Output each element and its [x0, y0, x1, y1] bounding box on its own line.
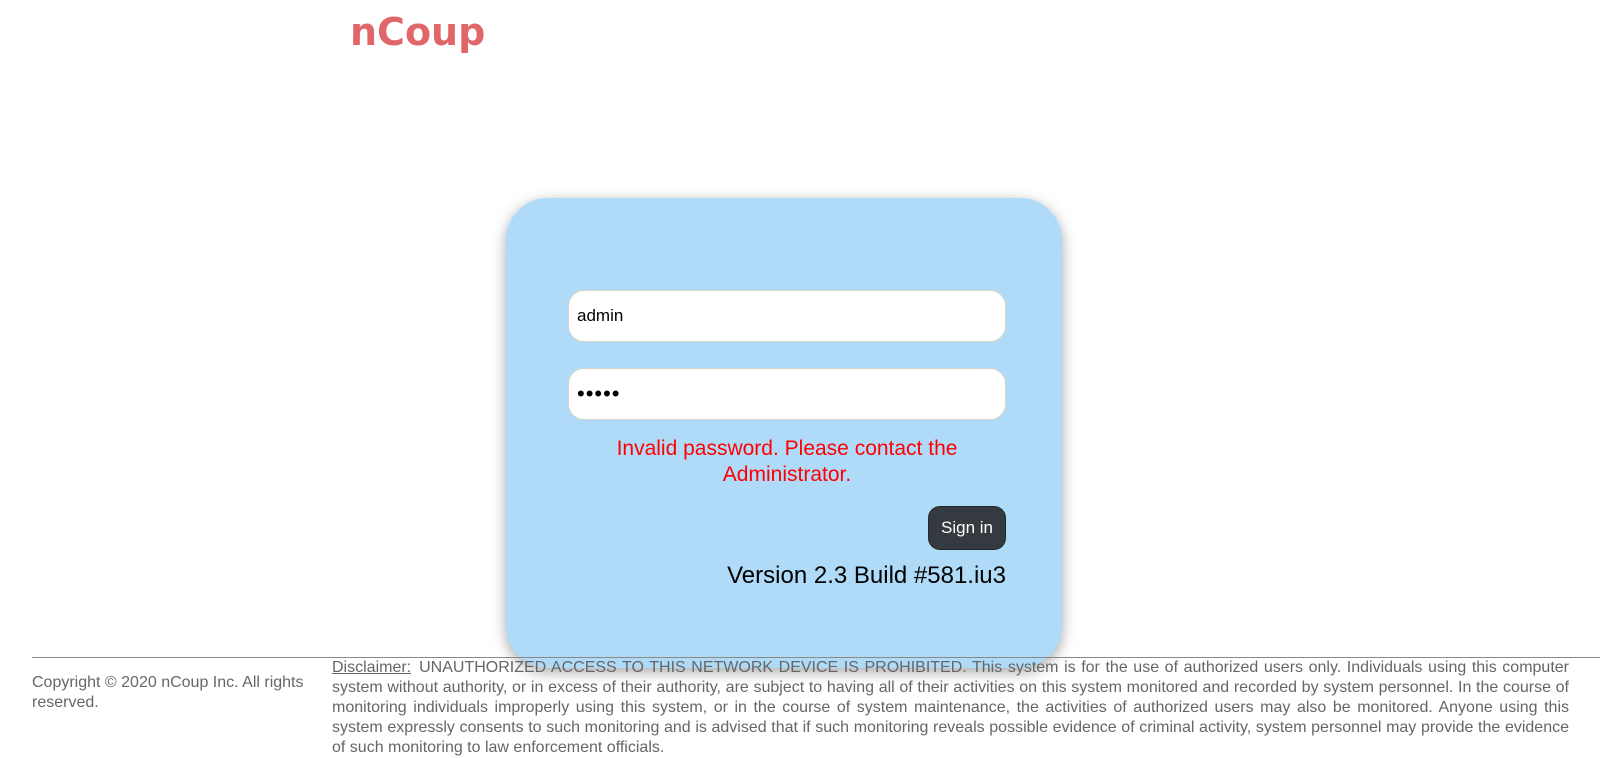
- disclaimer-text: UNAUTHORIZED ACCESS TO THIS NETWORK DEVI…: [332, 659, 1569, 756]
- disclaimer: Disclaimer: UNAUTHORIZED ACCESS TO THIS N…: [332, 658, 1569, 758]
- error-message: Invalid password. Please contact the Adm…: [616, 437, 958, 486]
- version-text: Version 2.3 Build #581.iu3: [727, 562, 1006, 589]
- username-input[interactable]: [568, 290, 1006, 342]
- sign-in-button[interactable]: Sign in: [928, 506, 1006, 550]
- copyright-text: Copyright © 2020 nCoup Inc. All rights r…: [32, 674, 304, 711]
- disclaimer-label: Disclaimer:: [332, 659, 412, 676]
- login-card: Invalid password. Please contact the Adm…: [506, 198, 1062, 668]
- ncoup-logo: nCoup: [350, 10, 486, 54]
- password-input[interactable]: [568, 368, 1006, 420]
